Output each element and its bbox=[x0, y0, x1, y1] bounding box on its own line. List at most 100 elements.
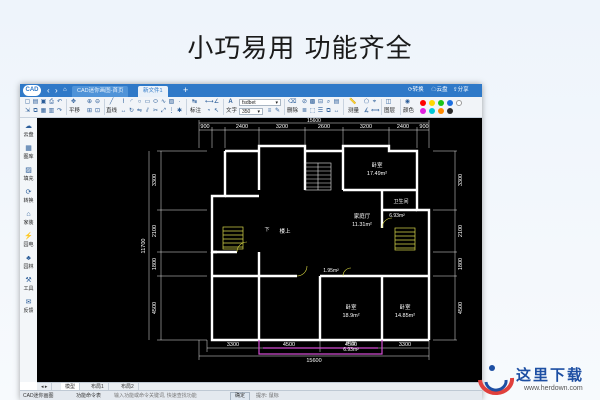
sidebar-item-home[interactable]: ⌂ 家装 bbox=[20, 210, 37, 232]
sidebar-item-garden[interactable]: ♣ 园林 bbox=[20, 254, 37, 276]
color-swatch-blue[interactable] bbox=[447, 100, 453, 106]
insert-icon[interactable]: ⊟ bbox=[317, 99, 324, 106]
sidebar-item-convert[interactable]: ⟳ 转换 bbox=[20, 188, 37, 210]
area-icon[interactable]: ⬠ bbox=[363, 99, 370, 106]
spline-icon[interactable]: ∿ bbox=[160, 99, 167, 106]
leader-icon[interactable]: ↖ bbox=[213, 108, 220, 115]
sidebar-item-label: 园林 bbox=[23, 264, 34, 270]
aligned-dim-icon[interactable]: ⟷ bbox=[205, 99, 214, 106]
color-swatch-magenta[interactable] bbox=[420, 108, 426, 114]
trim-icon[interactable]: ✂ bbox=[152, 108, 159, 115]
palette-icon[interactable]: ◉ bbox=[404, 99, 411, 106]
home-icon[interactable]: ⌂ bbox=[63, 85, 67, 96]
move-icon[interactable]: ↔ bbox=[120, 108, 127, 115]
color-swatch-cyan[interactable] bbox=[429, 108, 435, 114]
copy-icon[interactable]: ⧉ bbox=[32, 108, 39, 115]
layer-label[interactable]: 图层 bbox=[384, 108, 395, 115]
scale-icon[interactable]: ⤢ bbox=[160, 108, 167, 115]
hatch-icon[interactable]: ▨ bbox=[168, 99, 175, 106]
rotate-icon[interactable]: ↻ bbox=[128, 108, 135, 115]
ellipse-icon[interactable]: ⬭ bbox=[152, 99, 159, 106]
properties-icon[interactable]: ☰ bbox=[317, 108, 324, 115]
open-file-icon[interactable]: ▤ bbox=[32, 99, 39, 106]
color-label[interactable]: 颜色 bbox=[403, 108, 414, 115]
measure-label[interactable]: 测量 bbox=[348, 108, 359, 115]
point-icon[interactable]: · bbox=[176, 99, 183, 106]
cloud-button[interactable]: ☁云盘 bbox=[431, 84, 448, 97]
block-icon[interactable]: ▩ bbox=[309, 99, 316, 106]
eraser-icon[interactable]: ⌫ bbox=[288, 99, 296, 106]
drawing-canvas[interactable]: 15600 900 2400 3200 2600 3200 2400 900 3… bbox=[37, 118, 482, 382]
mirror-icon[interactable]: ⇋ bbox=[136, 108, 143, 115]
angle-icon[interactable]: ∡ bbox=[363, 108, 370, 115]
offset-icon[interactable]: ⫽ bbox=[144, 108, 151, 115]
forward-icon[interactable]: › bbox=[55, 85, 58, 96]
print-icon[interactable]: ⎙ bbox=[48, 99, 55, 106]
array-icon[interactable]: ⋮ bbox=[168, 108, 175, 115]
explode-icon[interactable]: ✱ bbox=[176, 108, 183, 115]
zoom-window-icon[interactable]: ⊞ bbox=[86, 108, 93, 115]
text-edit-icon[interactable]: ✎ bbox=[274, 108, 281, 115]
coord-icon[interactable]: ⌖ bbox=[371, 99, 378, 106]
zoom-in-icon[interactable]: ⊕ bbox=[86, 99, 93, 106]
font-select[interactable]: fsdbet ▾ bbox=[239, 99, 281, 106]
command-list-button[interactable]: 功能命令表 bbox=[76, 391, 101, 400]
undo-icon[interactable]: ↶ bbox=[56, 99, 63, 106]
color-swatch-yellow[interactable] bbox=[429, 100, 435, 106]
line-label[interactable]: 直线 bbox=[106, 108, 117, 115]
multiline-text-icon[interactable]: ≡ bbox=[266, 108, 273, 115]
angle-dim-icon[interactable]: ∠ bbox=[213, 99, 220, 106]
export-icon[interactable]: ⇲ bbox=[24, 108, 31, 115]
tab-home[interactable]: CAD迷你画图-首页 bbox=[72, 86, 129, 97]
sidebar-item-cloud[interactable]: ☁ 云盘 bbox=[20, 122, 37, 144]
length-icon[interactable]: ⟺ bbox=[371, 108, 380, 115]
redo-icon[interactable]: ↷ bbox=[56, 108, 63, 115]
delete-label[interactable]: 删除 bbox=[287, 108, 298, 115]
rectangle-icon[interactable]: ▭ bbox=[144, 99, 151, 106]
circle-icon[interactable]: ○ bbox=[136, 99, 143, 106]
confirm-button[interactable]: 确定 bbox=[230, 392, 251, 400]
font-size-select[interactable]: 350 ▾ bbox=[239, 108, 263, 115]
image-icon[interactable]: ▦ bbox=[40, 108, 47, 115]
sidebar-item-feedback[interactable]: ✉ 反馈 bbox=[20, 298, 37, 320]
dimension-icon[interactable]: ↹ bbox=[191, 99, 198, 106]
sidebar-item-library[interactable]: ▦ 图库 bbox=[20, 144, 37, 166]
share-button[interactable]: ⇪分享 bbox=[453, 84, 469, 97]
sidebar-item-fill[interactable]: ▨ 填充 bbox=[20, 166, 37, 188]
back-icon[interactable]: ‹ bbox=[47, 85, 50, 96]
color-swatch-white[interactable] bbox=[456, 100, 462, 106]
layers-icon[interactable]: ◫ bbox=[385, 99, 392, 106]
arc-icon[interactable]: ◜ bbox=[128, 99, 135, 106]
sidebar-item-tools[interactable]: ⚒ 工具 bbox=[20, 276, 37, 298]
compare-icon[interactable]: ⧉ bbox=[325, 108, 332, 115]
save-icon[interactable]: ▣ bbox=[40, 99, 47, 106]
color-swatch-black[interactable] bbox=[447, 108, 453, 114]
table-icon[interactable]: ▤ bbox=[333, 99, 340, 106]
text-label[interactable]: 文字 bbox=[226, 108, 237, 115]
distance-icon[interactable]: ↔ bbox=[333, 108, 340, 115]
find-icon[interactable]: ⌕ bbox=[325, 99, 332, 106]
convert-button[interactable]: ⟳转换 bbox=[408, 84, 424, 97]
sidebar-item-circuit[interactable]: ⚡ 园电 bbox=[20, 232, 37, 254]
command-input[interactable]: 输入功能或命令关键词, 快速查找功能 bbox=[114, 391, 197, 400]
pan-icon[interactable]: ✥ bbox=[70, 99, 77, 106]
color-swatch-green[interactable] bbox=[438, 100, 444, 106]
select-icon[interactable]: ⬚ bbox=[309, 108, 316, 115]
color-swatch-red[interactable] bbox=[420, 100, 426, 106]
zoom-out-icon[interactable]: ⊖ bbox=[94, 99, 101, 106]
new-file-icon[interactable]: ▢ bbox=[24, 99, 31, 106]
zoom-extent-icon[interactable]: ⊡ bbox=[94, 108, 101, 115]
pan-label[interactable]: 平移 bbox=[69, 108, 80, 115]
color-swatch-orange[interactable] bbox=[438, 108, 444, 114]
polyline-icon[interactable]: ⌇ bbox=[120, 99, 127, 106]
text-icon[interactable]: A bbox=[227, 99, 234, 106]
layer-icon[interactable]: ≣ bbox=[301, 108, 308, 115]
add-tab-button[interactable]: + bbox=[183, 85, 188, 96]
dimension-label[interactable]: 标注 bbox=[190, 108, 201, 115]
line-icon[interactable]: ╱ bbox=[108, 99, 115, 106]
tab-new-file[interactable]: 新文件1 bbox=[138, 86, 168, 97]
grid-icon[interactable]: ▥ bbox=[48, 108, 55, 115]
measure-icon[interactable]: 📏 bbox=[349, 99, 356, 106]
radius-dim-icon[interactable]: ◔ bbox=[205, 108, 212, 115]
match-prop-icon[interactable]: ⊘ bbox=[301, 99, 308, 106]
